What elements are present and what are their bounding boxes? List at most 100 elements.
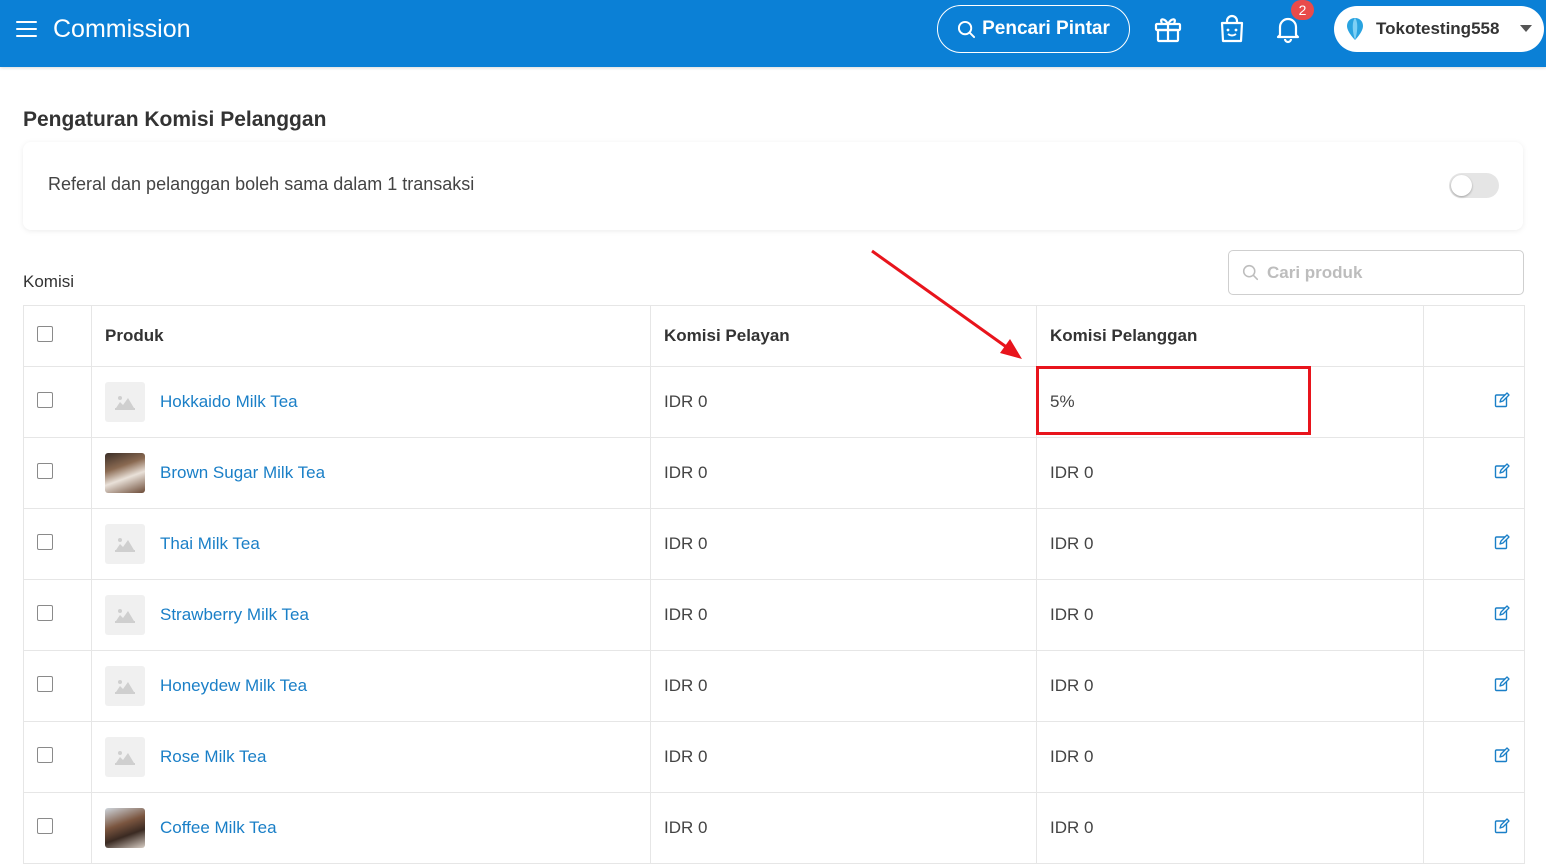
product-link[interactable]: Brown Sugar Milk Tea	[160, 463, 325, 483]
account-name: Tokotesting558	[1376, 19, 1500, 38]
row-checkbox[interactable]	[37, 391, 53, 408]
image-placeholder-icon	[105, 524, 145, 564]
komisi-pelanggan-cell: IDR 0	[1036, 579, 1424, 651]
referral-toggle[interactable]	[1449, 173, 1499, 198]
section-title: Pengaturan Komisi Pelanggan	[23, 108, 327, 131]
product-link[interactable]: Strawberry Milk Tea	[160, 605, 309, 625]
product-link[interactable]: Thai Milk Tea	[160, 534, 260, 554]
row-select-cell	[23, 650, 92, 722]
row-select-cell	[23, 721, 92, 793]
komisi-pelanggan-cell: IDR 0	[1036, 437, 1424, 509]
row-checkbox[interactable]	[37, 533, 53, 550]
komisi-pelanggan-cell: IDR 0	[1036, 650, 1424, 722]
edit-icon[interactable]	[1494, 462, 1510, 484]
komisi-pelanggan-cell: IDR 0	[1036, 508, 1424, 580]
shopping-bag-icon[interactable]	[1217, 14, 1247, 44]
row-checkbox[interactable]	[37, 675, 53, 692]
image-placeholder-icon	[105, 737, 145, 777]
komisi-pelayan-cell: IDR 0	[650, 792, 1037, 864]
product-cell: Rose Milk Tea	[91, 721, 651, 793]
search-input[interactable]	[1265, 259, 1509, 287]
product-cell: Strawberry Milk Tea	[91, 579, 651, 651]
edit-icon[interactable]	[1494, 391, 1510, 413]
product: Thai Milk Tea	[105, 524, 637, 564]
table-row: Thai Milk Tea IDR 0 IDR 0	[23, 508, 1525, 580]
row-select-cell	[23, 437, 92, 509]
edit-icon[interactable]	[1494, 604, 1510, 626]
row-select-cell	[23, 579, 92, 651]
komisi-pelayan-cell: IDR 0	[650, 579, 1037, 651]
actions-cell	[1423, 508, 1525, 580]
product-cell: Thai Milk Tea	[91, 508, 651, 580]
product-cell: Brown Sugar Milk Tea	[91, 437, 651, 509]
product-search	[1228, 250, 1524, 295]
select-all-cell	[23, 305, 92, 367]
product-thumbnail	[105, 808, 145, 848]
actions-cell	[1423, 579, 1525, 651]
column-header-produk: Produk	[91, 305, 651, 367]
komisi-pelanggan-cell: IDR 0	[1036, 721, 1424, 793]
map-pin-icon	[1347, 18, 1363, 40]
product-thumbnail	[105, 453, 145, 493]
product-cell: Hokkaido Milk Tea	[91, 366, 651, 438]
column-header-komisi-pelanggan: Komisi Pelanggan	[1036, 305, 1424, 367]
row-checkbox[interactable]	[37, 746, 53, 763]
komisi-pelayan-cell: IDR 0	[650, 437, 1037, 509]
actions-cell	[1423, 437, 1525, 509]
edit-icon[interactable]	[1494, 533, 1510, 555]
row-checkbox[interactable]	[37, 462, 53, 479]
gift-icon[interactable]	[1153, 14, 1183, 44]
komisi-pelayan-cell: IDR 0	[650, 721, 1037, 793]
image-placeholder-icon	[105, 595, 145, 635]
product-link[interactable]: Honeydew Milk Tea	[160, 676, 307, 696]
table-row: Honeydew Milk Tea IDR 0 IDR 0	[23, 650, 1525, 722]
row-select-cell	[23, 508, 92, 580]
edit-icon[interactable]	[1494, 817, 1510, 839]
table-row: Coffee Milk Tea IDR 0 IDR 0	[23, 792, 1525, 864]
row-select-cell	[23, 792, 92, 864]
menu-icon[interactable]	[16, 21, 37, 38]
image-placeholder-icon	[105, 382, 145, 422]
komisi-label: Komisi	[23, 272, 75, 291]
edit-icon[interactable]	[1494, 675, 1510, 697]
column-header-actions	[1423, 305, 1525, 367]
product-link[interactable]: Rose Milk Tea	[160, 747, 266, 767]
image-placeholder-icon	[105, 666, 145, 706]
product: Rose Milk Tea	[105, 737, 637, 777]
komisi-pelayan-cell: IDR 0	[650, 508, 1037, 580]
product: Coffee Milk Tea	[105, 808, 637, 848]
annotation-arrow	[871, 249, 1022, 359]
actions-cell	[1423, 721, 1525, 793]
setting-card: Referal dan pelanggan boleh sama dalam 1…	[23, 142, 1523, 230]
toggle-knob	[1451, 175, 1472, 196]
notification-badge: 2	[1291, 0, 1314, 20]
actions-cell	[1423, 650, 1525, 722]
edit-icon[interactable]	[1494, 746, 1510, 768]
product-link[interactable]: Coffee Milk Tea	[160, 818, 277, 838]
product: Hokkaido Milk Tea	[105, 382, 637, 422]
search-icon	[958, 20, 976, 38]
row-select-cell	[23, 366, 92, 438]
product-cell: Honeydew Milk Tea	[91, 650, 651, 722]
toggle-label: Referal dan pelanggan boleh sama dalam 1…	[48, 174, 475, 194]
komisi-pelanggan-cell: IDR 0	[1036, 792, 1424, 864]
page-title: Commission	[53, 15, 191, 43]
top-bar: Commission Pencari Pintar 2 Tokotesting5…	[0, 0, 1546, 67]
product: Strawberry Milk Tea	[105, 595, 637, 635]
actions-cell	[1423, 792, 1525, 864]
search-icon	[1242, 264, 1259, 281]
table-row: Rose Milk Tea IDR 0 IDR 0	[23, 721, 1525, 793]
smart-search-button[interactable]: Pencari Pintar	[937, 5, 1130, 53]
table-row: Brown Sugar Milk Tea IDR 0 IDR 0	[23, 437, 1525, 509]
select-all-checkbox[interactable]	[37, 325, 53, 342]
komisi-pelayan-cell: IDR 0	[650, 650, 1037, 722]
row-checkbox[interactable]	[37, 604, 53, 621]
table-header: Produk Komisi Pelayan Komisi Pelanggan	[23, 305, 1525, 367]
account-dropdown[interactable]: Tokotesting558	[1334, 6, 1544, 52]
annotation-highlight-box	[1036, 366, 1311, 435]
smart-search-label: Pencari Pintar	[982, 18, 1110, 39]
product-link[interactable]: Hokkaido Milk Tea	[160, 392, 298, 412]
chevron-down-icon	[1520, 25, 1532, 32]
komisi-pelayan-cell: IDR 0	[650, 366, 1037, 438]
row-checkbox[interactable]	[37, 817, 53, 834]
